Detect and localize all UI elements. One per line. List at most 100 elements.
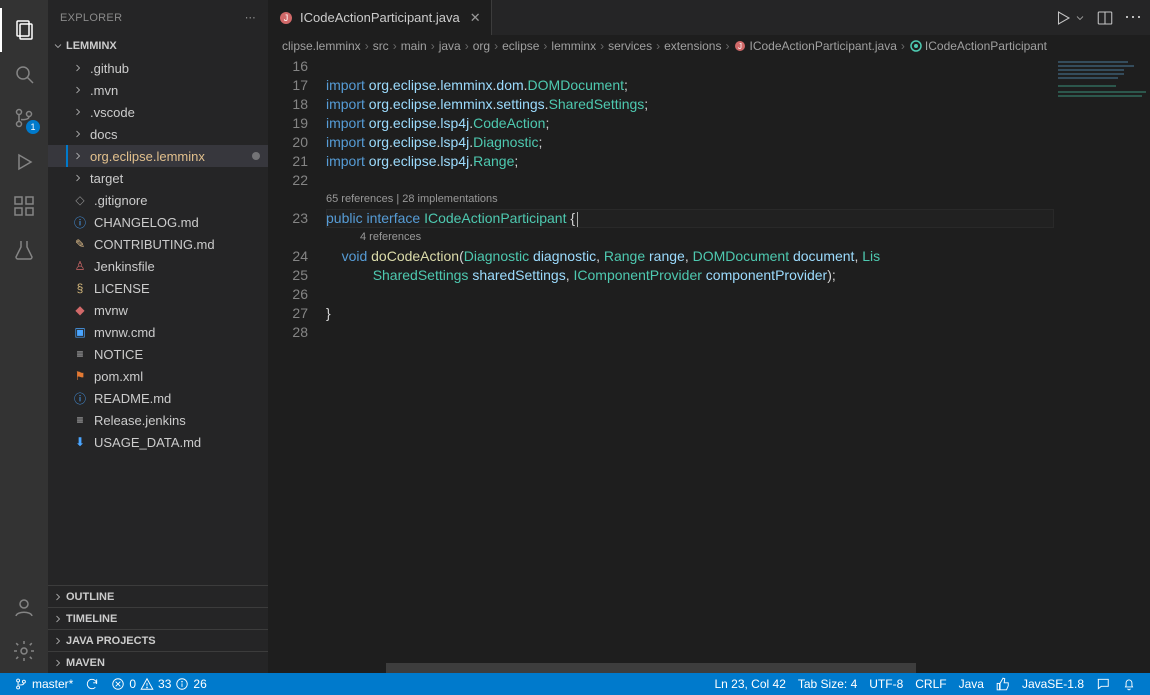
activity-search[interactable] bbox=[0, 52, 48, 96]
breadcrumb-segment[interactable]: ICodeActionParticipant.java bbox=[749, 39, 896, 53]
breadcrumb-segment[interactable]: ICodeActionParticipant bbox=[925, 39, 1047, 53]
breadcrumb-separator: › bbox=[363, 39, 371, 53]
gear-icon bbox=[12, 639, 36, 663]
info-icon bbox=[175, 677, 189, 691]
status-eol[interactable]: CRLF bbox=[909, 677, 952, 691]
tree-item[interactable]: ⓘCHANGELOG.md bbox=[48, 211, 268, 233]
code-line[interactable] bbox=[326, 171, 1054, 190]
tree-item[interactable]: ≡NOTICE bbox=[48, 343, 268, 365]
tree-item[interactable]: §LICENSE bbox=[48, 277, 268, 299]
split-editor-icon[interactable] bbox=[1096, 9, 1114, 27]
tree-item[interactable]: ⓘREADME.md bbox=[48, 387, 268, 409]
tree-item[interactable]: docs bbox=[48, 123, 268, 145]
tree-item[interactable]: ◆mvnw bbox=[48, 299, 268, 321]
breadcrumb-segment[interactable]: java bbox=[439, 39, 461, 53]
tree-item-label: CONTRIBUTING.md bbox=[94, 237, 215, 252]
status-thumbsup[interactable] bbox=[990, 677, 1016, 691]
status-tabsize[interactable]: Tab Size: 4 bbox=[792, 677, 863, 691]
tree-item-label: pom.xml bbox=[94, 369, 143, 384]
breadcrumb-segment[interactable]: org bbox=[473, 39, 490, 53]
editor-tab[interactable]: J ICodeActionParticipant.java ✕ bbox=[268, 0, 492, 35]
code-line[interactable]: public interface ICodeActionParticipant … bbox=[326, 209, 1054, 228]
tree-item[interactable]: ⚑pom.xml bbox=[48, 365, 268, 387]
tree-item[interactable]: .vscode bbox=[48, 101, 268, 123]
code-line[interactable] bbox=[326, 57, 1054, 76]
breadcrumb-segment[interactable]: main bbox=[401, 39, 427, 53]
breadcrumb[interactable]: clipse.lemminx›src›main›java›org›eclipse… bbox=[268, 35, 1150, 57]
play-bug-icon bbox=[12, 150, 36, 174]
activity-test[interactable] bbox=[0, 228, 48, 272]
tree-item[interactable]: ≡Release.jenkins bbox=[48, 409, 268, 431]
status-branch[interactable]: master* bbox=[8, 673, 79, 695]
code-line[interactable]: } bbox=[326, 304, 1054, 323]
tree-item[interactable]: .github bbox=[48, 57, 268, 79]
more-actions-icon[interactable]: ⋯ bbox=[1124, 7, 1142, 28]
horizontal-scrollbar[interactable] bbox=[326, 663, 1054, 673]
tree-item-label: target bbox=[90, 171, 123, 186]
breadcrumb-segment[interactable]: clipse.lemminx bbox=[282, 39, 361, 53]
tree-item[interactable]: ▣mvnw.cmd bbox=[48, 321, 268, 343]
status-sync[interactable] bbox=[79, 673, 105, 695]
activity-run[interactable] bbox=[0, 140, 48, 184]
breadcrumb-separator: › bbox=[723, 39, 731, 53]
status-feedback[interactable] bbox=[1090, 677, 1116, 691]
run-action-icon[interactable] bbox=[1054, 9, 1072, 27]
activity-accounts[interactable] bbox=[0, 585, 48, 629]
tree-item-label: .github bbox=[90, 61, 129, 76]
explorer-section-head[interactable]: MAVEN bbox=[48, 651, 268, 673]
activity-explorer[interactable] bbox=[0, 8, 48, 52]
minimap[interactable] bbox=[1054, 57, 1150, 673]
code-line[interactable] bbox=[326, 323, 1054, 342]
activity-settings[interactable] bbox=[0, 629, 48, 673]
breadcrumb-separator: › bbox=[899, 39, 907, 53]
tree-item[interactable]: .mvn bbox=[48, 79, 268, 101]
tree-item[interactable]: ◇.gitignore bbox=[48, 189, 268, 211]
explorer-more-icon[interactable]: ⋯ bbox=[245, 11, 256, 24]
status-problems[interactable]: 0 33 26 bbox=[105, 673, 212, 695]
code-line[interactable] bbox=[326, 285, 1054, 304]
bell-icon bbox=[1122, 677, 1136, 691]
breadcrumb-segment[interactable]: lemminx bbox=[551, 39, 596, 53]
code-line[interactable]: import org.eclipse.lsp4j.Diagnostic; bbox=[326, 133, 1054, 152]
tree-item-label: README.md bbox=[94, 391, 171, 406]
explorer-section-head[interactable]: TIMELINE bbox=[48, 607, 268, 629]
project-section-head[interactable]: LEMMINX bbox=[48, 35, 268, 57]
tree-item[interactable]: target bbox=[48, 167, 268, 189]
code-lens[interactable]: 4 references bbox=[326, 228, 1054, 247]
file-icon: ≡ bbox=[72, 412, 88, 428]
code-line[interactable]: SharedSettings sharedSettings, IComponen… bbox=[326, 266, 1054, 285]
code-area[interactable]: import org.eclipse.lemminx.dom.DOMDocume… bbox=[326, 57, 1054, 673]
tree-item[interactable]: ⬇USAGE_DATA.md bbox=[48, 431, 268, 453]
editor-body: 16171819202122232425262728 import org.ec… bbox=[268, 57, 1150, 673]
code-line[interactable]: import org.eclipse.lsp4j.Range; bbox=[326, 152, 1054, 171]
breadcrumb-segment[interactable]: eclipse bbox=[502, 39, 539, 53]
code-line[interactable]: import org.eclipse.lemminx.dom.DOMDocume… bbox=[326, 76, 1054, 95]
chevron-down-icon[interactable] bbox=[1074, 12, 1086, 24]
breadcrumb-segment[interactable]: services bbox=[608, 39, 652, 53]
line-gutter: 16171819202122232425262728 bbox=[268, 57, 326, 673]
chevron-down-icon bbox=[52, 40, 64, 52]
status-bell[interactable] bbox=[1116, 677, 1142, 691]
svg-text:J: J bbox=[284, 13, 289, 23]
status-jre[interactable]: JavaSE-1.8 bbox=[1016, 677, 1090, 691]
breadcrumb-segment[interactable]: extensions bbox=[664, 39, 721, 53]
section-label: TIMELINE bbox=[66, 613, 117, 625]
explorer-panel: EXPLORER ⋯ LEMMINX .github.mvn.vscodedoc… bbox=[48, 0, 268, 673]
code-line[interactable]: import org.eclipse.lsp4j.CodeAction; bbox=[326, 114, 1054, 133]
status-lang[interactable]: Java bbox=[953, 677, 990, 691]
activity-extensions[interactable] bbox=[0, 184, 48, 228]
tree-item[interactable]: ✎CONTRIBUTING.md bbox=[48, 233, 268, 255]
status-encoding[interactable]: UTF-8 bbox=[863, 677, 909, 691]
breadcrumb-segment[interactable]: src bbox=[373, 39, 389, 53]
tree-item[interactable]: org.eclipse.lemminx bbox=[48, 145, 268, 167]
explorer-section-head[interactable]: JAVA PROJECTS bbox=[48, 629, 268, 651]
code-lens[interactable]: 65 references | 28 implementations bbox=[326, 190, 1054, 209]
tree-item[interactable]: ♙Jenkinsfile bbox=[48, 255, 268, 277]
code-line[interactable]: void doCodeAction(Diagnostic diagnostic,… bbox=[326, 247, 1054, 266]
horizontal-scroll-thumb[interactable] bbox=[386, 663, 916, 673]
tab-close-icon[interactable]: ✕ bbox=[470, 10, 481, 26]
code-line[interactable]: import org.eclipse.lemminx.settings.Shar… bbox=[326, 95, 1054, 114]
activity-scm[interactable]: 1 bbox=[0, 96, 48, 140]
status-lncol[interactable]: Ln 23, Col 42 bbox=[708, 677, 791, 691]
explorer-section-head[interactable]: OUTLINE bbox=[48, 585, 268, 607]
